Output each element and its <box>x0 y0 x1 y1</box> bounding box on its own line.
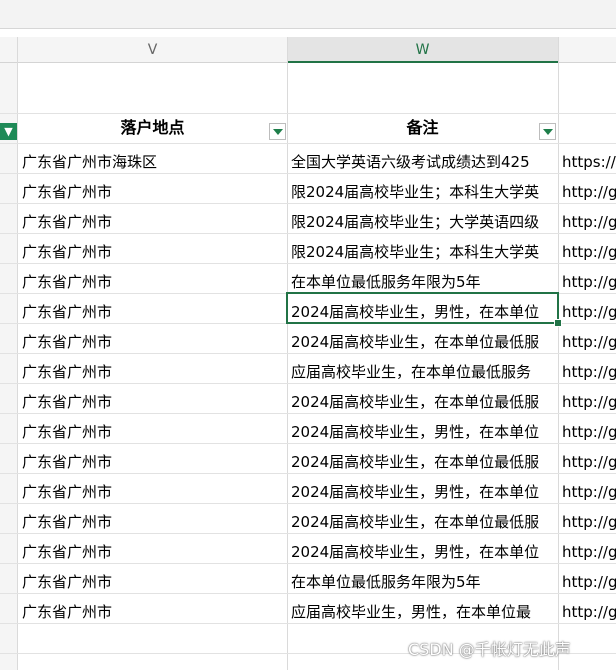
filter-active-icon[interactable]: ▼ <box>0 123 17 140</box>
column-header-w[interactable]: W <box>287 37 558 63</box>
cell-link[interactable]: http://gu <box>558 597 616 627</box>
cell-remarks[interactable]: 全国大学英语六级考试成绩达到425 <box>287 147 558 177</box>
fill-handle[interactable] <box>554 319 562 327</box>
cell-remarks[interactable]: 2024届高校毕业生，男性，在本单位 <box>287 537 558 567</box>
cell-link[interactable]: http://gu <box>558 207 616 237</box>
cell-location[interactable]: 广东省广州市 <box>18 297 287 327</box>
cell-location[interactable]: 广东省广州市 <box>18 507 287 537</box>
cell-location[interactable]: 广东省广州市 <box>18 207 287 237</box>
cell-link[interactable]: http://gu <box>558 357 616 387</box>
cell-remarks[interactable]: 应届高校毕业生，在本单位最低服务 <box>287 357 558 387</box>
cell-remarks[interactable]: 2024届高校毕业生，在本单位最低服 <box>287 447 558 477</box>
row-header-gutter <box>0 63 17 670</box>
cell-location[interactable]: 广东省广州市 <box>18 597 287 627</box>
selected-cell-outline[interactable] <box>286 292 559 324</box>
cell-link[interactable]: http://gu <box>558 447 616 477</box>
header-cell-remarks[interactable]: 备注 <box>287 113 558 143</box>
cell-location[interactable]: 广东省广州市 <box>18 417 287 447</box>
cell-link[interactable]: http://gu <box>558 567 616 597</box>
cell-remarks[interactable]: 在本单位最低服务年限为5年 <box>287 567 558 597</box>
cell-remarks[interactable]: 限2024届高校毕业生；本科生大学英 <box>287 237 558 267</box>
cell-remarks[interactable]: 应届高校毕业生，男性，在本单位最 <box>287 597 558 627</box>
corner-cell[interactable] <box>0 37 17 63</box>
filter-dropdown-icon[interactable] <box>539 123 556 140</box>
cell-location[interactable]: 广东省广州市 <box>18 447 287 477</box>
cell-location[interactable]: 广东省广州市 <box>18 567 287 597</box>
cell-link[interactable]: http://gu <box>558 327 616 357</box>
column-header-x[interactable] <box>558 37 616 63</box>
column-header-w-label: W <box>415 42 430 58</box>
cell-link[interactable]: http://gu <box>558 237 616 267</box>
cell-location[interactable]: 广东省广州市 <box>18 327 287 357</box>
column-header-v-label: V <box>147 42 158 58</box>
toolbar-area <box>0 0 616 29</box>
header-cell-location[interactable]: 落户地点 <box>18 113 287 143</box>
cell-link[interactable]: http://gu <box>558 507 616 537</box>
cell-location[interactable]: 广东省广州市 <box>18 477 287 507</box>
cell-remarks[interactable]: 限2024届高校毕业生；大学英语四级 <box>287 207 558 237</box>
filter-dropdown-icon[interactable] <box>269 123 286 140</box>
cell-link[interactable]: http://gu <box>558 297 616 327</box>
cell-link[interactable]: http://gu <box>558 177 616 207</box>
cell-location[interactable]: 广东省广州市 <box>18 267 287 297</box>
cell-location[interactable]: 广东省广州市 <box>18 357 287 387</box>
cell-location[interactable]: 广东省广州市 <box>18 237 287 267</box>
cell-remarks[interactable]: 2024届高校毕业生，在本单位最低服 <box>287 327 558 357</box>
column-header-v[interactable]: V <box>18 37 287 63</box>
cell-link[interactable]: https://v <box>558 147 616 177</box>
cell-location[interactable]: 广东省广州市海珠区 <box>18 147 287 177</box>
cell-remarks[interactable]: 2024届高校毕业生，在本单位最低服 <box>287 387 558 417</box>
cell-location[interactable]: 广东省广州市 <box>18 537 287 567</box>
cell-remarks[interactable]: 2024届高校毕业生，男性，在本单位 <box>287 477 558 507</box>
grid-line <box>0 143 616 144</box>
watermark: CSDN @千帐灯无此声 <box>408 640 571 659</box>
cell-link[interactable]: http://gu <box>558 387 616 417</box>
cell-location[interactable]: 广东省广州市 <box>18 177 287 207</box>
cell-link[interactable]: http://gu <box>558 417 616 447</box>
cell-link[interactable]: http://gu <box>558 537 616 567</box>
cell-remarks[interactable]: 2024届高校毕业生，男性，在本单位 <box>287 417 558 447</box>
cell-location[interactable]: 广东省广州市 <box>18 387 287 417</box>
cell-remarks[interactable]: 限2024届高校毕业生；本科生大学英 <box>287 177 558 207</box>
cell-remarks[interactable]: 2024届高校毕业生，在本单位最低服 <box>287 507 558 537</box>
cell-link[interactable]: http://gu <box>558 267 616 297</box>
cell-link[interactable]: http://gu <box>558 477 616 507</box>
